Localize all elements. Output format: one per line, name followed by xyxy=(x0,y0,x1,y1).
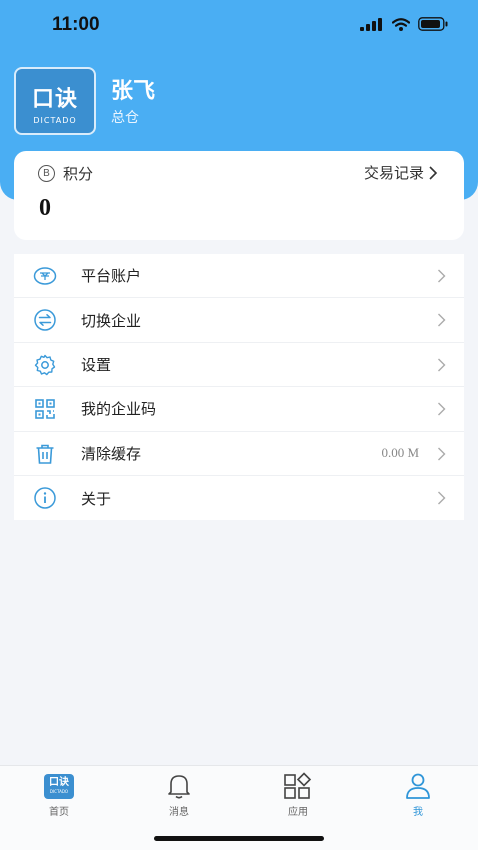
profile-section: 口诀 DICTADO 张飞 总仓 xyxy=(14,67,464,135)
transactions-link[interactable]: 交易记录 xyxy=(364,162,438,183)
info-icon xyxy=(34,487,56,509)
tab-label: 我 xyxy=(413,807,423,818)
points-label: 积分 xyxy=(63,165,94,183)
tab-label: 首页 xyxy=(49,807,69,818)
signal-icon xyxy=(360,17,382,31)
chevron-right-icon xyxy=(438,269,446,283)
menu-label: 关于 xyxy=(81,489,112,508)
coin-icon: B xyxy=(38,165,55,182)
menu-item-platform-account[interactable]: 平台账户 xyxy=(14,254,464,299)
bell-icon xyxy=(139,772,219,800)
chevron-right-icon xyxy=(438,447,446,461)
menu-item-switch-company[interactable]: 切换企业 xyxy=(14,298,464,343)
user-name: 张飞 xyxy=(111,79,156,104)
account-icon xyxy=(33,267,57,285)
home-logo-icon: 口诀 DICTADO xyxy=(19,772,99,800)
tab-me[interactable]: 我 xyxy=(378,772,458,818)
menu-item-about[interactable]: 关于 xyxy=(14,476,464,520)
points-card: B 积分 交易记录 0 xyxy=(14,151,464,240)
home-logo-text: 口诀 xyxy=(49,776,69,788)
status-bar: 11:00 xyxy=(0,0,478,50)
transactions-label: 交易记录 xyxy=(363,164,424,182)
tab-messages[interactable]: 消息 xyxy=(139,772,219,818)
switch-icon xyxy=(34,309,56,332)
cache-size-value: 0.00 M xyxy=(381,445,419,461)
logo-sub-text: DICTADO xyxy=(33,116,77,125)
tab-label: 应用 xyxy=(288,807,308,818)
chevron-right-icon xyxy=(438,313,446,327)
menu-label: 清除缓存 xyxy=(81,444,142,463)
user-icon xyxy=(378,772,458,800)
apps-icon xyxy=(258,772,338,800)
tab-home[interactable]: 口诀 DICTADO 首页 xyxy=(19,772,99,818)
qrcode-icon xyxy=(35,399,55,419)
menu-label: 平台账户 xyxy=(81,267,142,286)
home-logo: 口诀 DICTADO xyxy=(44,773,74,799)
battery-icon xyxy=(418,17,448,31)
chevron-right-icon xyxy=(429,165,438,180)
menu-item-settings[interactable]: 设置 xyxy=(14,343,464,388)
menu-item-company-code[interactable]: 我的企业码 xyxy=(14,387,464,432)
logo-main-text: 口诀 xyxy=(31,87,78,112)
menu-label: 设置 xyxy=(81,355,112,374)
settings-menu: 平台账户 切换企业 设置 我的企业码 清除缓存 0.00 M 关于 xyxy=(14,254,464,521)
points-label-group: B 积分 xyxy=(38,163,93,184)
chevron-right-icon xyxy=(438,402,446,416)
tab-label: 消息 xyxy=(169,807,189,818)
points-value: 0 xyxy=(39,195,51,221)
trash-icon xyxy=(36,444,54,464)
wifi-icon xyxy=(392,17,410,31)
menu-label: 我的企业码 xyxy=(81,400,157,419)
chevron-right-icon xyxy=(438,358,446,372)
home-logo-sub: DICTADO xyxy=(49,788,69,794)
menu-label: 切换企业 xyxy=(81,311,142,330)
menu-item-clear-cache[interactable]: 清除缓存 0.00 M xyxy=(14,432,464,476)
home-indicator xyxy=(154,836,324,841)
status-time: 11:00 xyxy=(52,14,100,35)
tab-apps[interactable]: 应用 xyxy=(258,772,338,818)
company-logo: 口诀 DICTADO xyxy=(14,67,96,135)
chevron-right-icon xyxy=(438,491,446,505)
user-role: 总仓 xyxy=(111,110,139,126)
gear-icon xyxy=(34,354,56,375)
status-icons xyxy=(360,17,448,31)
